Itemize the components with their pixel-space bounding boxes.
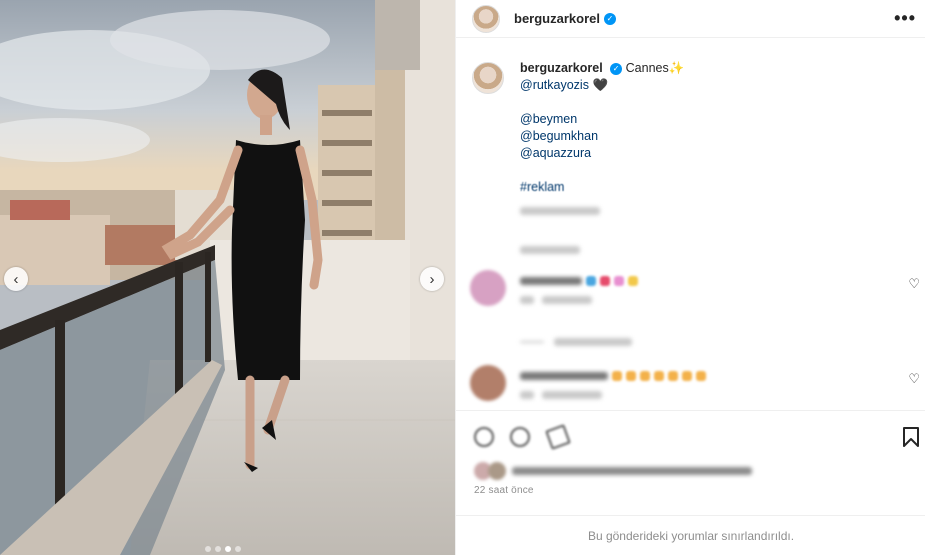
comment-item: ♡ [470, 270, 920, 310]
like-comment-heart-icon[interactable]: ♡ [908, 371, 920, 387]
more-options-icon[interactable]: ••• [894, 8, 916, 29]
comment-time-blurred [520, 296, 534, 304]
brand-mention[interactable]: @aquazzura [520, 145, 912, 162]
caption-title: Cannes✨ [625, 61, 685, 75]
caption-meta-blurred [520, 206, 600, 215]
carousel-next-button[interactable]: › [420, 267, 444, 291]
like-comment-heart-icon[interactable]: ♡ [908, 276, 920, 292]
post-header: berguzarkorel ✓ ••• [456, 0, 925, 38]
carousel-dot [205, 546, 211, 552]
emoji-icon [586, 276, 596, 286]
view-replies-blurred[interactable] [554, 338, 632, 346]
like-heart-icon[interactable] [474, 427, 494, 447]
view-replies[interactable] [520, 338, 632, 346]
post-timestamp[interactable]: 22 saat önce [474, 485, 534, 496]
comment-likes-blurred[interactable] [542, 296, 592, 304]
emoji-icon [640, 371, 650, 381]
hashtag-link[interactable]: #reklam [520, 179, 912, 196]
caption-avatar[interactable] [472, 62, 504, 94]
author-username[interactable]: berguzarkorel [514, 11, 600, 26]
heart-emoji: 🖤 [592, 78, 609, 92]
comment-icon[interactable] [510, 427, 530, 447]
caption-username[interactable]: berguzarkorel [520, 61, 603, 75]
emoji-icon [682, 371, 692, 381]
commenter-avatar[interactable] [470, 365, 506, 401]
share-icon[interactable] [545, 424, 571, 450]
carousel-dot-active [225, 546, 231, 552]
post-actions-bar [456, 410, 925, 460]
commenter-name-blurred[interactable] [520, 372, 608, 380]
comment-item: ♡ [470, 365, 920, 405]
emoji-icon [654, 371, 664, 381]
mention-link[interactable]: @rutkayozis [520, 78, 589, 92]
emoji-icon [626, 371, 636, 381]
post-photo: ‹ › [0, 0, 455, 555]
carousel-prev-button[interactable]: ‹ [4, 267, 28, 291]
verified-icon: ✓ [610, 62, 623, 75]
emoji-icon [614, 276, 624, 286]
post-caption: berguzarkorel ✓ Cannes✨ @rutkayozis 🖤 @b… [472, 60, 912, 258]
emoji-icon [600, 276, 610, 286]
commenter-name-blurred[interactable] [520, 277, 582, 285]
emoji-icon [628, 276, 638, 286]
caption-translation-blurred[interactable] [520, 245, 580, 254]
author-avatar[interactable] [472, 4, 500, 33]
comment-likes-blurred[interactable] [542, 391, 602, 399]
commenter-avatar[interactable] [470, 270, 506, 306]
carousel-dot [235, 546, 241, 552]
bookmark-icon[interactable] [902, 426, 920, 448]
brand-mention[interactable]: @beymen [520, 111, 912, 128]
emoji-icon [668, 371, 678, 381]
comments-restricted-notice: Bu gönderideki yorumlar sınırlandırıldı. [456, 515, 925, 555]
verified-icon: ✓ [603, 12, 616, 25]
replies-line [520, 341, 544, 343]
brand-mention[interactable]: @begumkhan [520, 128, 912, 145]
liker-avatar [488, 462, 506, 480]
comment-time-blurred [520, 391, 534, 399]
likes-text-blurred[interactable] [512, 467, 752, 475]
carousel-dot [215, 546, 221, 552]
likes-summary[interactable] [474, 462, 752, 480]
carousel-dots [205, 546, 241, 552]
photo-illustration [0, 0, 455, 555]
emoji-icon [612, 371, 622, 381]
post-side-panel: berguzarkorel ✓ ••• berguzarkorel ✓ Cann… [455, 0, 925, 555]
emoji-icon [696, 371, 706, 381]
